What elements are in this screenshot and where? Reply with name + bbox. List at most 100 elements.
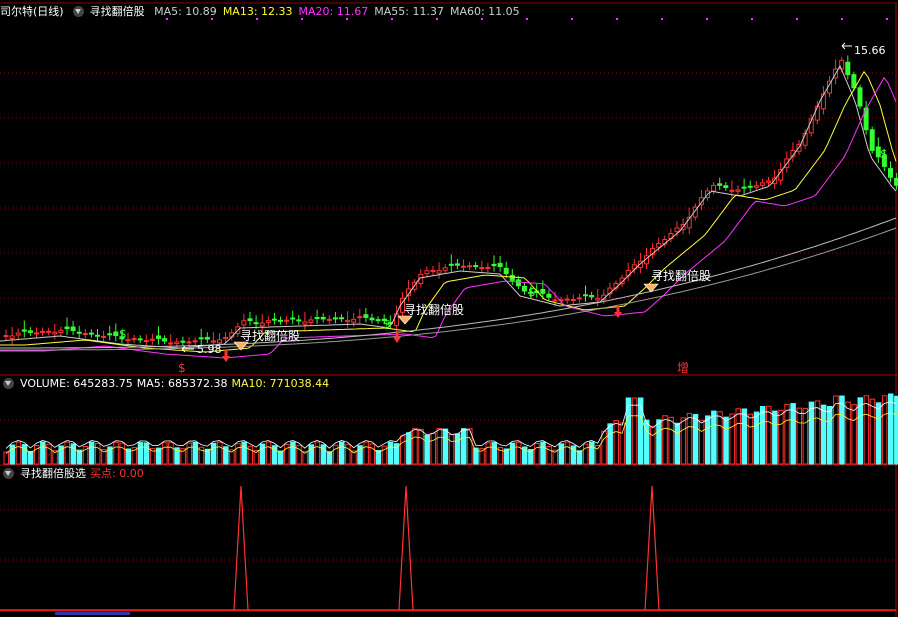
candle-body <box>729 189 735 192</box>
candle-body <box>766 180 771 183</box>
dollar-icon: $ <box>119 327 127 341</box>
candle-body <box>40 330 46 333</box>
signal-spikes <box>0 485 896 615</box>
volume-bar <box>88 441 95 465</box>
volume-bar <box>534 442 540 465</box>
signal-spike <box>398 485 414 611</box>
volume-bar <box>265 441 272 465</box>
volume-bar <box>485 442 491 465</box>
candle-body <box>308 319 314 323</box>
candle-body <box>174 341 180 345</box>
volume-bar <box>851 404 857 465</box>
signal-triangle-icon <box>643 283 659 293</box>
candle-body <box>241 320 247 326</box>
candle-body <box>552 299 558 302</box>
volume-bar <box>583 443 589 465</box>
volume-bar <box>137 442 144 465</box>
candle-body <box>143 340 149 343</box>
volume-bar <box>442 428 449 465</box>
candle-body <box>851 74 857 89</box>
candle-body <box>375 319 381 322</box>
marker-dot <box>661 18 663 20</box>
dollar-icon: $ <box>528 285 536 299</box>
signal-triangle-icon <box>397 315 413 325</box>
ma55-line <box>0 217 897 349</box>
volume-bar <box>119 442 125 465</box>
volume-bar <box>21 444 28 465</box>
candle-body <box>76 331 82 334</box>
marker-dot <box>391 18 393 20</box>
volume-bar <box>845 401 851 465</box>
candle-body <box>857 87 863 107</box>
marker-dot <box>751 18 753 20</box>
candle-body <box>204 336 210 340</box>
volume-bar <box>15 441 22 465</box>
candle-body <box>674 227 680 233</box>
candle-body <box>869 129 875 151</box>
stock-chart[interactable]: $ $ $ $ 15.66 5.98 寻找翻倍股 寻找翻倍股 寻找翻倍股 $ 增 <box>0 0 898 617</box>
volume-bar <box>650 425 656 465</box>
zeng-marker: 增 <box>677 361 689 375</box>
candle-body <box>113 331 119 337</box>
candle-body <box>393 313 399 327</box>
candle-body <box>95 334 100 337</box>
volume-bar <box>412 427 418 465</box>
candle-body <box>247 318 253 322</box>
candle-body <box>772 177 778 184</box>
candle-body <box>845 61 851 76</box>
candle-body <box>58 329 64 334</box>
candle-body <box>21 329 27 332</box>
candle-body <box>595 297 601 301</box>
signal-spike <box>233 485 249 611</box>
volume-bar <box>168 442 174 465</box>
candle-body <box>64 326 70 330</box>
candle-body <box>345 319 351 323</box>
volume-bar <box>796 407 802 465</box>
volume-bar <box>680 417 687 465</box>
candle-body <box>265 320 271 323</box>
candle-body <box>149 338 155 341</box>
volume-bar <box>320 444 327 465</box>
candle-body <box>101 335 107 338</box>
volume-bar <box>284 443 290 465</box>
volume-bar <box>833 395 839 465</box>
marker-dot <box>436 18 438 20</box>
marker-dot <box>166 18 168 20</box>
candle-body <box>27 330 33 333</box>
candle-body <box>15 332 21 336</box>
marker-dot <box>571 18 573 20</box>
candle-body <box>479 267 485 270</box>
candle-body <box>515 279 521 287</box>
marker-dot <box>841 18 843 20</box>
volume-bar <box>339 441 345 465</box>
volume-bar <box>113 441 119 465</box>
volume-bar <box>601 430 607 465</box>
candle-body <box>442 267 448 271</box>
volume-bar <box>741 408 748 465</box>
candle-body <box>491 263 497 267</box>
volume-bar <box>448 434 455 465</box>
signal-label-3: 寻找翻倍股 <box>651 268 711 283</box>
volume-bar <box>424 434 430 465</box>
candle-body <box>485 266 491 269</box>
volume-bar <box>400 435 406 465</box>
candle-body <box>888 168 893 178</box>
candle-body <box>278 319 283 322</box>
candle-body <box>351 318 357 323</box>
volume-bar <box>363 441 369 465</box>
candle-body <box>717 183 723 186</box>
candle-body <box>210 340 216 343</box>
candle-body <box>436 270 442 274</box>
volume-bar <box>625 397 632 465</box>
candle-body <box>430 270 436 273</box>
volume-bar <box>869 398 876 465</box>
candle-body <box>473 265 479 268</box>
candle-body <box>271 318 277 321</box>
candle-body <box>894 177 898 186</box>
volume-bar <box>564 441 571 465</box>
candle-body <box>522 285 527 292</box>
candle-body <box>284 319 290 322</box>
volume-bar <box>430 432 436 465</box>
candle-body <box>424 270 430 275</box>
volume-bar <box>692 414 699 465</box>
